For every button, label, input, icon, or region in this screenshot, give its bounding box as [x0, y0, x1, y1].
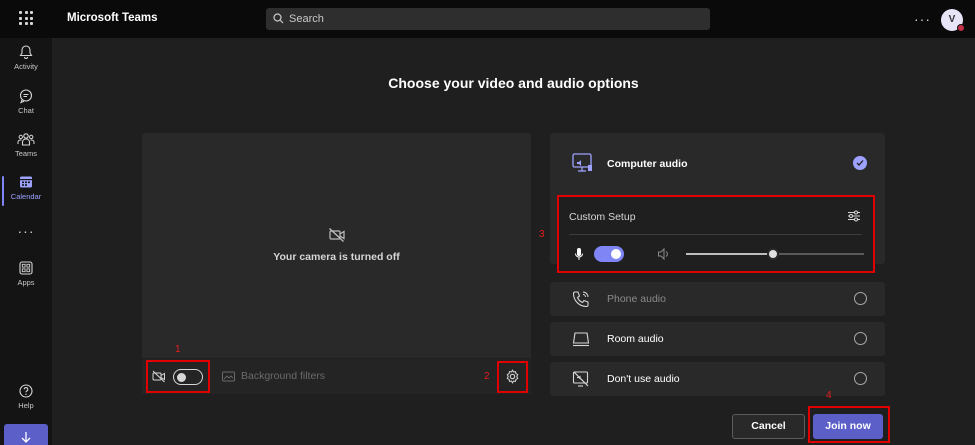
audio-option-none[interactable]: Don't use audio: [550, 362, 885, 396]
radio-button[interactable]: [854, 292, 867, 305]
search-box[interactable]: Search: [266, 8, 710, 30]
avatar-initial: V: [948, 14, 956, 25]
app-launcher-icon[interactable]: [19, 11, 33, 25]
presence-busy-icon: [957, 24, 965, 32]
cancel-button[interactable]: Cancel: [732, 414, 805, 439]
audio-option-label: Phone audio: [607, 293, 666, 305]
rail-item-calendar[interactable]: Calendar: [0, 174, 52, 216]
top-bar: Microsoft Teams Search ··· V: [0, 0, 975, 38]
teams-icon: [17, 133, 35, 146]
rail-item-label: Activity: [14, 62, 38, 71]
audio-option-label: Don't use audio: [607, 373, 680, 385]
audio-option-phone[interactable]: Phone audio: [550, 282, 885, 316]
help-icon: [19, 384, 33, 398]
background-filters-button[interactable]: Background filters: [241, 370, 325, 382]
annotation-box-1: [146, 360, 210, 393]
avatar[interactable]: V: [941, 9, 965, 32]
annotation-box-2: [497, 361, 528, 393]
rail-item-activity[interactable]: Activity: [0, 44, 52, 86]
bell-icon: [19, 45, 33, 59]
room-icon: [572, 332, 590, 347]
annotation-number-1: 1: [175, 344, 181, 355]
search-placeholder: Search: [289, 13, 324, 25]
rail-item-teams[interactable]: Teams: [0, 131, 52, 173]
more-options-icon[interactable]: ···: [914, 11, 931, 27]
phone-icon: [572, 291, 589, 308]
page-title: Choose your video and audio options: [388, 75, 639, 91]
radio-button[interactable]: [854, 332, 867, 345]
annotation-number-3: 3: [539, 229, 545, 240]
app-title: Microsoft Teams: [67, 12, 158, 24]
annotation-number-4: 4: [826, 390, 832, 401]
rail-item-chat[interactable]: Chat: [0, 88, 52, 130]
rail-item-label: Teams: [14, 149, 38, 158]
arrow-down-icon: [21, 432, 31, 443]
audio-option-label: Room audio: [607, 333, 664, 345]
annotation-box-3: [557, 195, 875, 273]
radio-button[interactable]: [854, 372, 867, 385]
chat-icon: [19, 89, 33, 104]
audio-option-label: Computer audio: [607, 158, 688, 170]
rail-item-label: Calendar: [10, 192, 42, 201]
download-button[interactable]: [4, 424, 48, 445]
search-icon: [273, 13, 284, 24]
monitor-speaker-icon: [572, 153, 592, 172]
camera-off-icon: [329, 228, 345, 242]
annotation-box-4: [808, 406, 890, 443]
audio-option-room[interactable]: Room audio: [550, 322, 885, 356]
rail-item-label: Help: [18, 401, 34, 410]
check-icon: [853, 156, 867, 170]
rail-item-help[interactable]: Help: [0, 383, 52, 425]
rail-item-label: Apps: [17, 278, 35, 287]
camera-status-text: Your camera is turned off: [273, 251, 400, 263]
no-audio-icon: [572, 371, 589, 387]
rail-item-label: Chat: [18, 106, 34, 115]
background-effects-icon: [222, 371, 235, 382]
more-apps-icon[interactable]: ···: [0, 223, 52, 239]
apps-icon: [19, 261, 33, 275]
rail-item-apps[interactable]: Apps: [0, 260, 52, 302]
annotation-number-2: 2: [484, 371, 490, 382]
video-preview: [142, 133, 531, 394]
calendar-icon: [20, 176, 32, 188]
